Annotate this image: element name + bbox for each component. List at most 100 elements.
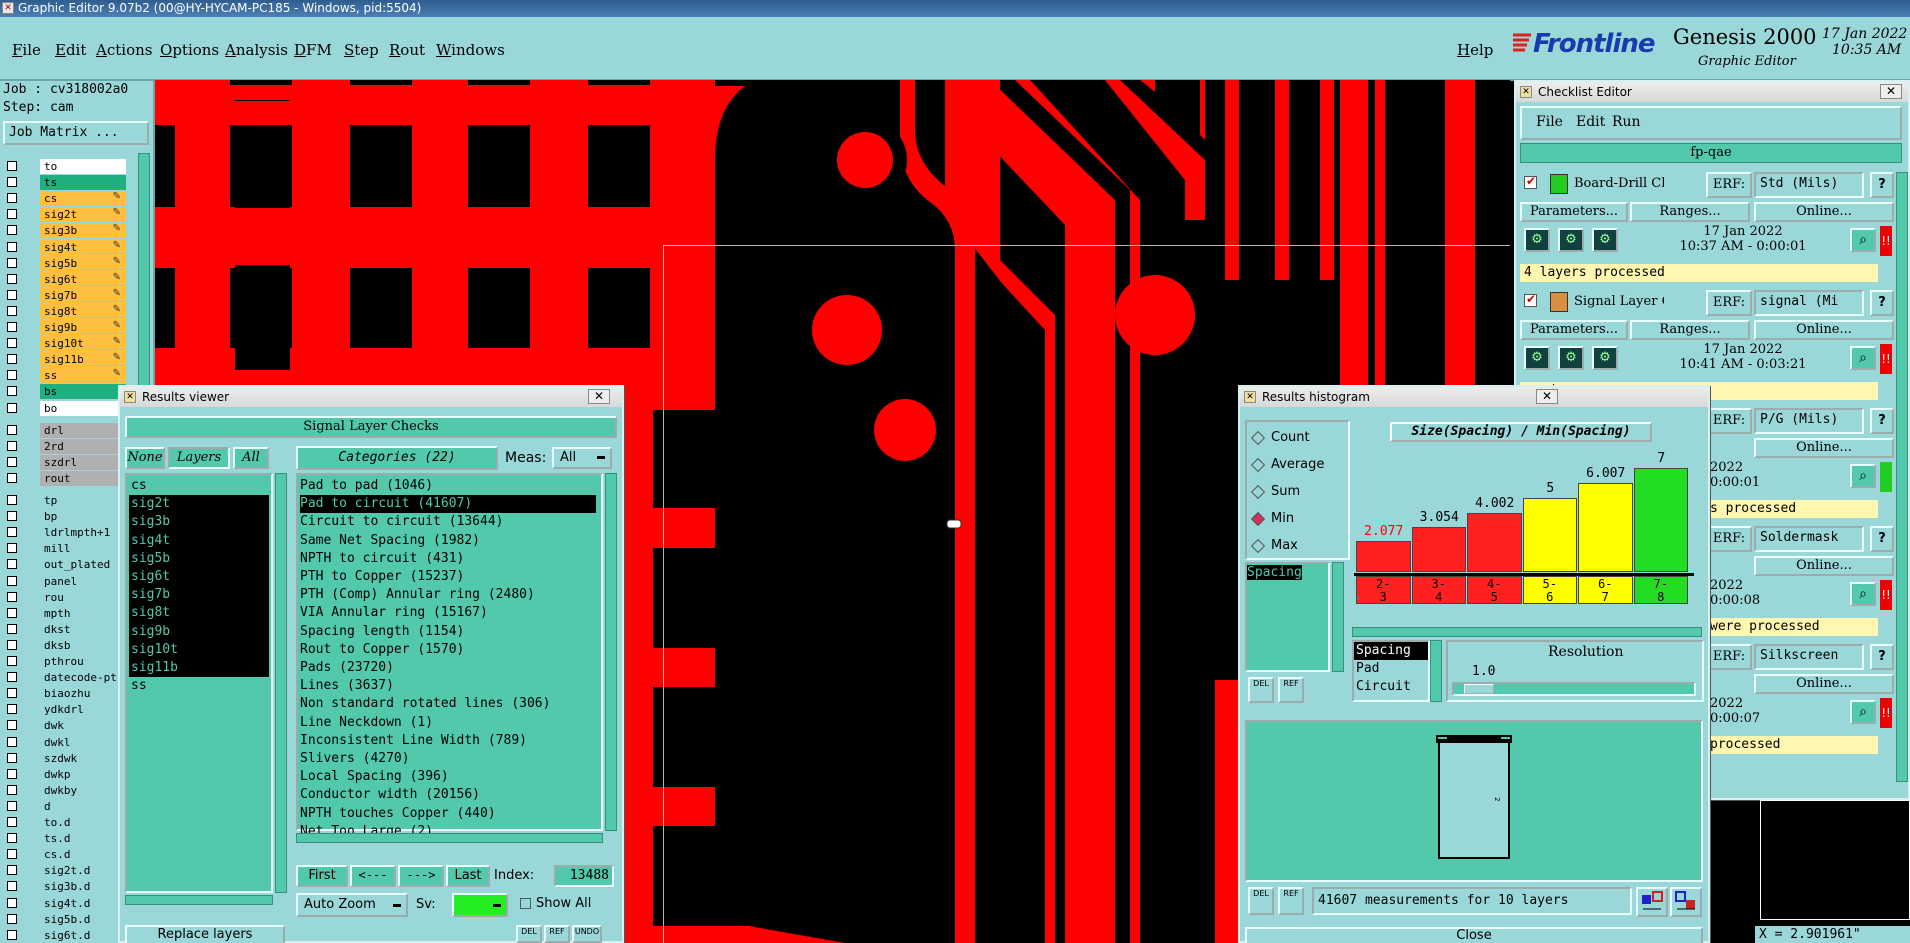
replace-layers-dropdown[interactable]: Replace layers (125, 925, 285, 943)
chart-export-icon[interactable] (1670, 887, 1702, 917)
close-icon[interactable]: ✕ (1880, 84, 1902, 99)
help-icon[interactable]: ? (1870, 172, 1894, 198)
layer-visibility-checkbox[interactable] (7, 527, 17, 538)
result-layer-item[interactable]: sig10t (129, 640, 269, 660)
checklist-scrollbar[interactable] (1896, 172, 1908, 782)
layer-visibility-checkbox[interactable] (7, 354, 17, 365)
layer-row[interactable]: dwkl (5, 734, 126, 750)
category-item[interactable]: Line Neckdown (1) (300, 714, 596, 732)
layer-visibility-checkbox[interactable] (7, 402, 17, 413)
result-layer-item[interactable]: sig2t (129, 495, 269, 514)
next-button[interactable]: ---> (398, 865, 444, 887)
measure-type-list[interactable]: Spacing Pad Circuit (1352, 640, 1430, 702)
layer-visibility-checkbox[interactable] (7, 639, 17, 650)
category-item[interactable]: NPTH touches Copper (440) (300, 805, 596, 823)
measure-type-item[interactable]: Pad (1354, 660, 1428, 678)
erf-value[interactable]: Std (Mils) (1754, 172, 1864, 198)
category-item[interactable]: PTH (Comp) Annular ring (2480) (300, 586, 596, 604)
layer-visibility-checkbox[interactable] (7, 257, 17, 268)
layer-visibility-checkbox[interactable] (7, 865, 17, 876)
menu-file[interactable]: File (12, 41, 41, 59)
ranges-button[interactable]: Ranges... (1630, 320, 1750, 340)
layer-row[interactable]: ts.d (5, 831, 126, 847)
histogram-bar[interactable] (1578, 482, 1633, 572)
layer-visibility-checkbox[interactable] (7, 322, 17, 332)
mode-radio-average[interactable]: Average (1250, 457, 1324, 473)
measure-type-item[interactable]: Circuit (1354, 678, 1428, 696)
layer-row[interactable]: sig8t ✎ (5, 303, 126, 319)
index-field[interactable]: 13488 (554, 865, 614, 887)
layer-row[interactable]: sig11b ✎ (5, 352, 126, 368)
layer-row[interactable]: sig3b.d (5, 879, 126, 895)
ref-button[interactable]: REF (544, 925, 570, 943)
layer-visibility-checkbox[interactable] (7, 338, 17, 349)
layer-row[interactable]: sig4t.d (5, 895, 126, 911)
zoom-results-icon[interactable]: ⌕ (1850, 464, 1876, 488)
layers-list[interactable]: cs sig2t sig3b sig4t sig5b sig6t sig7b sig8t sig… (125, 473, 273, 893)
category-item[interactable]: Lines (3637) (300, 677, 596, 695)
zoom-results-icon[interactable]: ⌕ (1850, 700, 1876, 724)
result-layer-item[interactable]: sig6t (129, 568, 269, 587)
all-button[interactable]: All (233, 447, 269, 469)
category-item[interactable]: Pad to circuit (41607) (300, 495, 596, 514)
layer-row[interactable]: 2rd (5, 438, 126, 454)
undo-button[interactable]: UNDO (572, 925, 602, 943)
categories-hscrollbar[interactable] (296, 833, 603, 843)
auto-zoom-dropdown[interactable]: Auto Zoom (296, 893, 408, 917)
spacing-list-scrollbar[interactable] (1332, 562, 1344, 672)
layer-row[interactable]: szdwk (5, 750, 126, 766)
layer-row[interactable]: rout (5, 470, 126, 486)
layer-row[interactable]: sig3b ✎ (5, 223, 126, 239)
none-button[interactable]: None (125, 447, 165, 469)
prev-button[interactable]: <--- (350, 865, 396, 887)
result-layer-item[interactable]: ss (129, 677, 269, 695)
measure-type-item[interactable]: Spacing (1354, 642, 1428, 660)
layer-row[interactable]: dwkby (5, 782, 126, 798)
measure-type-scrollbar[interactable] (1430, 640, 1442, 702)
resolution-slider[interactable] (1452, 682, 1696, 696)
layer-row[interactable]: cs.d (5, 847, 126, 863)
layer-visibility-checkbox[interactable] (7, 305, 17, 316)
histogram-bar[interactable] (1633, 468, 1688, 572)
histogram-bar[interactable] (1522, 497, 1577, 572)
layer-row[interactable]: panel (5, 573, 126, 589)
layer-row[interactable]: ss ✎ (5, 368, 126, 384)
run-action-icon[interactable]: ⚙ (1524, 346, 1550, 370)
erf-value[interactable]: P/G (Mils) (1754, 408, 1864, 434)
del-button[interactable]: DEL (1248, 677, 1274, 703)
layer-row[interactable]: ts (5, 175, 126, 191)
chart-view-icon[interactable] (1636, 887, 1668, 917)
result-layer-item[interactable]: sig5b (129, 549, 269, 569)
menu-options[interactable]: Options (160, 41, 219, 59)
menu-dfm[interactable]: DFM (294, 41, 332, 59)
online-button[interactable]: Online... (1754, 438, 1894, 458)
mode-radio-min[interactable]: Min (1250, 511, 1294, 527)
menu-windows[interactable]: Windows (436, 41, 505, 59)
layer-row[interactable]: to.d (5, 815, 126, 830)
zoom-results-icon[interactable]: ⌕ (1850, 582, 1876, 606)
layer-visibility-checkbox[interactable] (7, 193, 17, 204)
layer-visibility-checkbox[interactable] (7, 800, 17, 811)
layer-visibility-checkbox[interactable] (7, 704, 17, 715)
first-button[interactable]: First (296, 865, 348, 887)
layer-visibility-checkbox[interactable] (7, 225, 17, 236)
layer-visibility-checkbox[interactable] (7, 752, 17, 763)
layer-row[interactable]: drl (5, 422, 126, 438)
erf-value[interactable]: Soldermask (1754, 526, 1864, 552)
categories-list[interactable]: Pad to pad (1046) Pad to circuit (41607) C… (296, 473, 603, 839)
checklist-menu-run[interactable]: Run (1612, 114, 1641, 130)
category-item[interactable]: Rout to Copper (1570) (300, 641, 596, 659)
run-action-icon[interactable]: ⚙ (1592, 346, 1618, 370)
layer-visibility-checkbox[interactable] (7, 575, 17, 586)
layer-row[interactable]: ydkdrl (5, 702, 126, 718)
layer-visibility-checkbox[interactable] (7, 833, 17, 844)
layer-visibility-checkbox[interactable] (7, 607, 17, 618)
layer-visibility-checkbox[interactable] (7, 495, 17, 505)
close-icon[interactable]: ✕ (1536, 389, 1558, 404)
menu-edit[interactable]: Edit (55, 41, 86, 59)
close-button[interactable]: Close (1245, 927, 1703, 943)
layers-list-hscrollbar[interactable] (125, 895, 273, 905)
category-item[interactable]: Slivers (4270) (300, 750, 596, 768)
layer-visibility-checkbox[interactable] (7, 511, 17, 522)
parameters-button[interactable]: Parameters... (1520, 320, 1628, 340)
